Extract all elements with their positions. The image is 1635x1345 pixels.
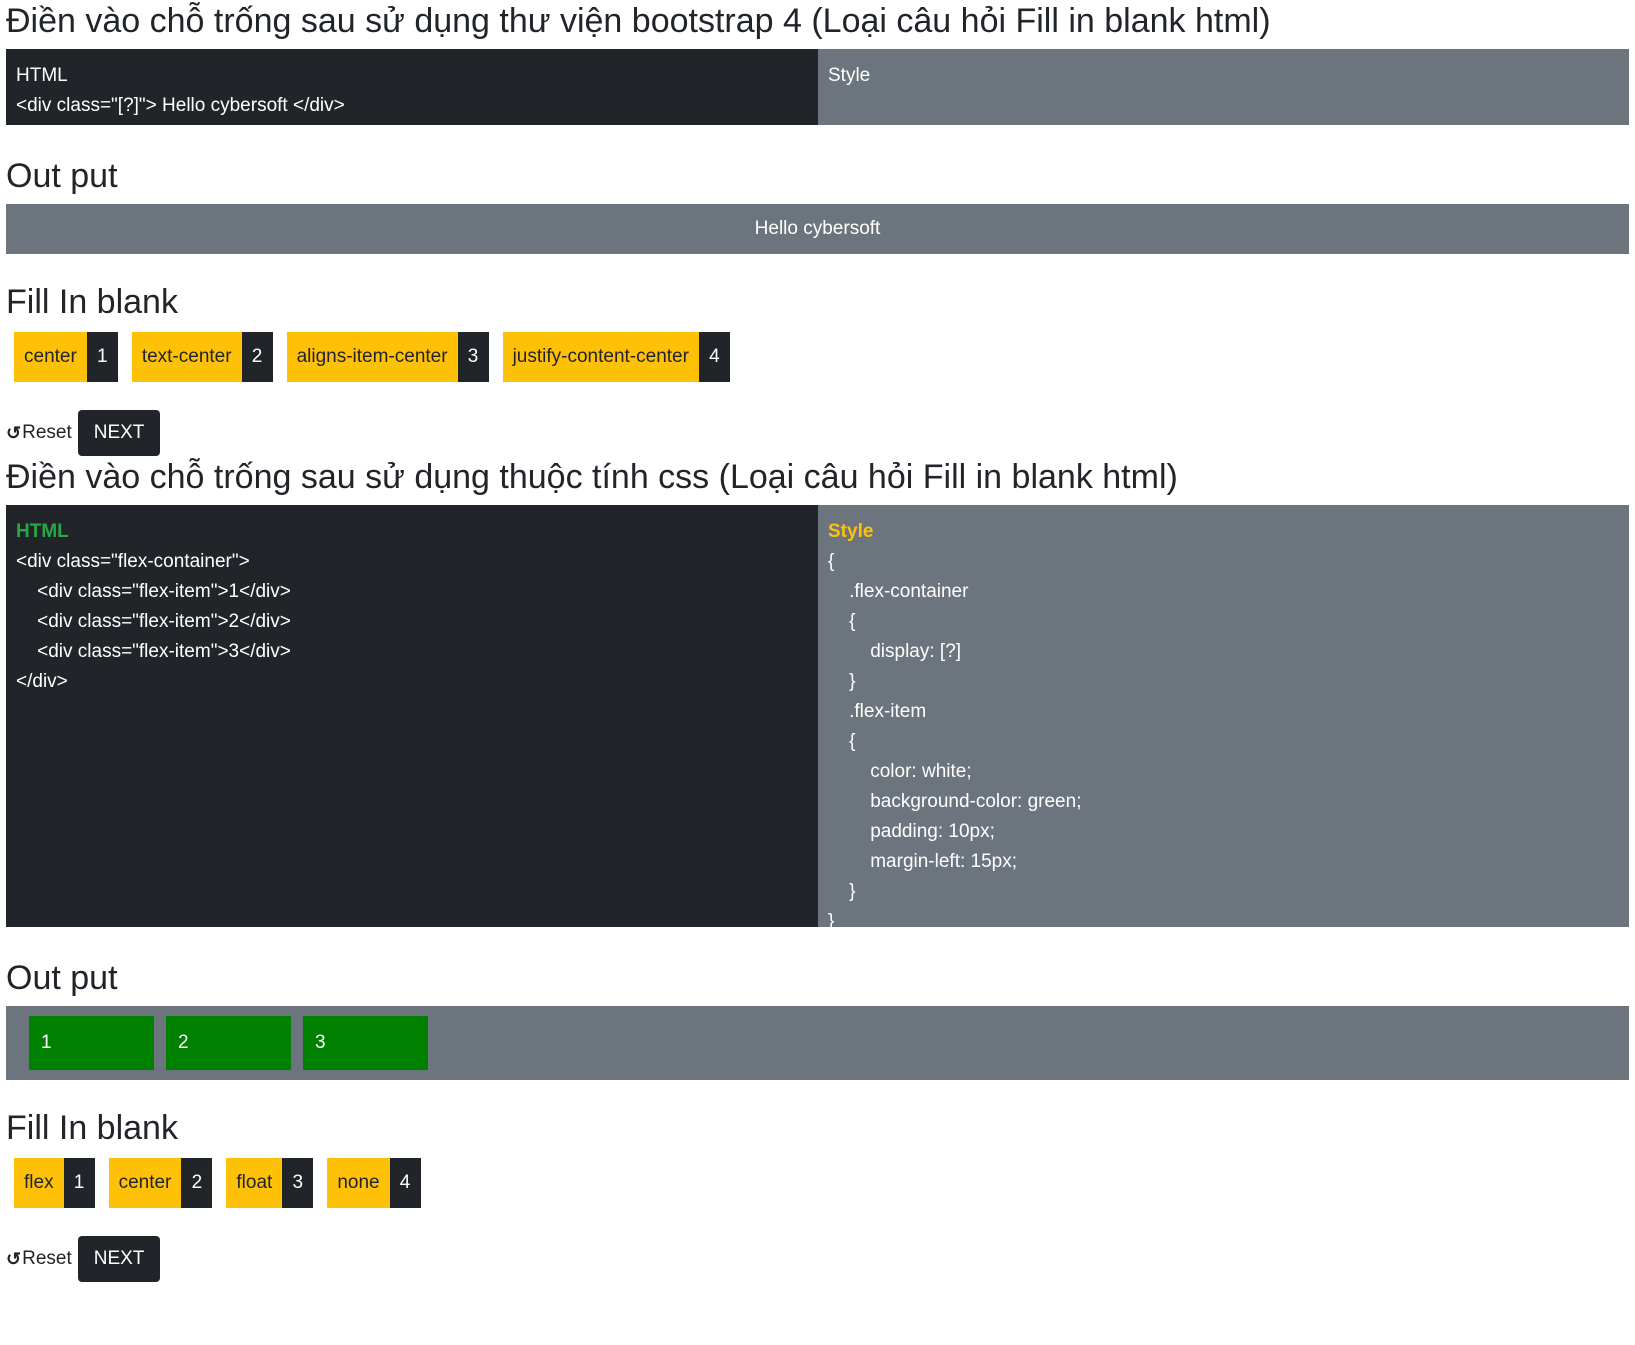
question-1-options: center 1 text-center 2 aligns-item-cente… [6,332,1629,382]
html-code-panel: HTML <div class="[?]"> Hello cybersoft <… [6,49,818,125]
output-bar-wrap: Hello cybersoft [6,204,1629,254]
fill-in-blank-title: Fill In blank [6,283,178,321]
option-chip[interactable]: aligns-item-center 3 [286,332,489,382]
output-bar: Hello cybersoft [6,204,1629,254]
style-header: Style [828,65,871,86]
html-code-line: <div class="flex-item">1</div> [16,581,291,602]
style-code-line: display: [?] [828,641,962,662]
flex-item: 2 [166,1016,291,1070]
option-number: 1 [63,1158,95,1208]
reset-button[interactable]: ↺ Reset [6,422,72,444]
next-button[interactable]: NEXT [77,1236,161,1282]
next-button[interactable]: NEXT [77,410,161,456]
option-number: 3 [282,1158,314,1208]
option-label: flex [14,1158,64,1208]
option-label: justify-content-center [502,332,699,382]
style-header: Style [828,521,874,542]
style-code-line: { [828,611,856,632]
html-header: HTML [16,521,69,542]
question-2-code: HTML <div class="flex-container"> <div c… [6,505,1629,932]
option-number: 2 [241,332,273,382]
question-1-output: Out put [6,155,1629,197]
html-header: HTML [16,65,68,86]
style-code-line: } [828,881,856,902]
question-2: Điền vào chỗ trống sau sử dụng thuộc tín… [6,456,1629,498]
option-chip[interactable]: none 4 [327,1158,421,1208]
question-2-output: Out put [6,957,1629,999]
question-1: Điền vào chỗ trống sau sử dụng thư viện … [6,0,1629,42]
reset-label: Reset [22,422,72,443]
style-code-line: background-color: green; [828,791,1082,812]
style-code-line: color: white; [828,761,972,782]
html-code-panel: HTML <div class="flex-container"> <div c… [6,505,818,927]
style-code-line: .flex-item [828,701,927,722]
option-label: float [226,1158,283,1208]
option-number: 1 [86,332,118,382]
fill-in-blank-title: Fill In blank [6,1109,178,1147]
style-code-line: { [828,731,856,752]
option-chip[interactable]: text-center 2 [131,332,273,382]
option-number: 4 [389,1158,421,1208]
reset-button[interactable]: ↺ Reset [6,1248,72,1270]
style-code-line: { [828,551,835,572]
option-label: center [108,1158,182,1208]
question-1-fill-title: Fill In blank [6,281,1629,323]
style-code-panel: Style [818,49,1629,125]
html-code-line: <div class="flex-item">3</div> [16,641,291,662]
style-code-line: padding: 10px; [828,821,995,842]
option-chip[interactable]: flex 1 [14,1158,95,1208]
undo-icon: ↺ [6,422,22,443]
style-code-panel: Style { .flex-container { display: [?] }… [818,505,1629,932]
reset-label: Reset [22,1248,72,1269]
option-chip[interactable]: center 1 [14,332,118,382]
style-code-line: margin-left: 15px; [828,851,1018,872]
flex-output-container: 1 2 3 [6,1006,1629,1080]
option-label: none [327,1158,390,1208]
option-chip[interactable]: float 3 [226,1158,314,1208]
question-1-actions: ↺ Reset NEXT [6,410,1629,456]
question-2-title: Điền vào chỗ trống sau sử dụng thuộc tín… [6,458,1178,496]
flex-item: 3 [303,1016,428,1070]
question-2-actions: ↺ Reset NEXT [6,1236,1629,1282]
style-code-line: } [828,911,835,932]
option-chip[interactable]: center 2 [108,1158,213,1208]
option-number: 2 [181,1158,213,1208]
question-1-code: HTML <div class="[?]"> Hello cybersoft <… [6,49,1629,125]
question-2-fill-title: Fill In blank [6,1107,1629,1149]
question-2-options: flex 1 center 2 float 3 none 4 [6,1158,1629,1208]
option-label: text-center [131,332,242,382]
output-title: Out put [6,157,118,195]
option-number: 4 [698,332,730,382]
page: Điền vào chỗ trống sau sử dụng thư viện … [0,0,1635,1345]
undo-icon: ↺ [6,1248,22,1269]
html-code-line: <div class="flex-item">2</div> [16,611,291,632]
html-code-line: <div class="[?]"> Hello cybersoft </div> [16,95,345,116]
option-number: 3 [457,332,489,382]
html-code-line: <div class="flex-container"> [16,551,250,572]
option-chip[interactable]: justify-content-center 4 [502,332,730,382]
option-label: center [14,332,87,382]
question-1-title: Điền vào chỗ trống sau sử dụng thư viện … [6,2,1271,40]
style-code-line: } [828,671,856,692]
output-title: Out put [6,959,118,997]
html-code-line: </div> [16,671,68,692]
flex-output-wrap: 1 2 3 [6,1006,1629,1080]
style-code-line: .flex-container [828,581,969,602]
option-label: aligns-item-center [286,332,458,382]
flex-item: 1 [29,1016,154,1070]
